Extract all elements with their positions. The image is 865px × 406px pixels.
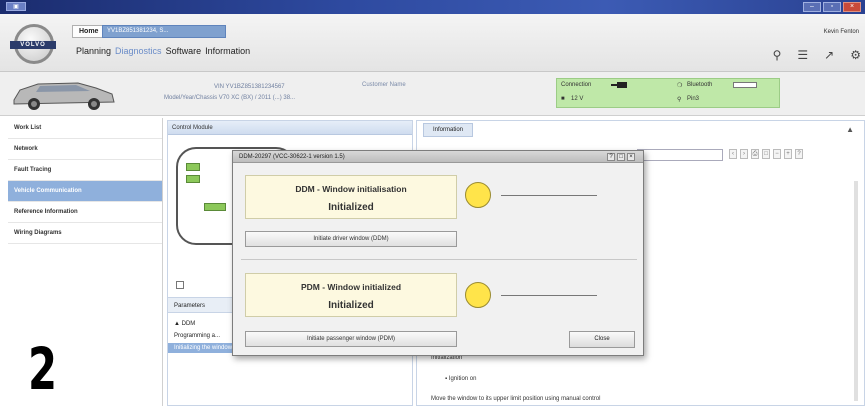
print-icon[interactable]: ⎙ [751, 149, 759, 159]
pdm-lamp-line [501, 295, 597, 296]
dialog-close-x[interactable]: × [627, 153, 635, 161]
pdm-status-card: PDM - Window initialized Initialized [245, 273, 457, 317]
maximize-button[interactable]: ▫ [823, 2, 841, 12]
bluetooth-label: Bluetooth [687, 82, 713, 88]
ddm-status-lamp [465, 182, 491, 208]
customer-name: Customer Name [362, 82, 406, 88]
prev-icon[interactable]: ‹ [729, 149, 737, 159]
connection-status-panel: Connection ■ 12 V ❍ Bluetooth ⚲ Pin3 [556, 78, 780, 108]
pin-panel-icon[interactable]: ▲ [846, 125, 854, 134]
minimize-button[interactable]: – [803, 2, 821, 12]
link-icon[interactable]: ↗ [824, 48, 834, 62]
nav-software[interactable]: Software [166, 46, 202, 56]
info-line-ignition: ▪ Ignition on [445, 376, 477, 382]
app-icon: ▣ [6, 2, 26, 11]
control-module-title: Control Module [168, 121, 412, 135]
info-line-instruction: Move the window to its upper limit posit… [431, 396, 601, 402]
bluetooth-toggle[interactable] [733, 82, 757, 88]
search-icon[interactable]: ⚲ [773, 48, 782, 62]
copy-icon[interactable]: □ [762, 149, 770, 159]
vin-text: VIN YV1BZ851381234567 [214, 84, 285, 90]
sidebar-item-network[interactable]: Network [8, 139, 162, 160]
show-modules-checkbox[interactable] [176, 281, 184, 289]
battery-icon: ■ [561, 96, 565, 102]
initiate-passenger-window-button[interactable]: Initiate passenger window (PDM) [245, 331, 457, 347]
initiate-driver-window-button[interactable]: Initiate driver window (DDM) [245, 231, 457, 247]
window-title-bar: ▣ – ▫ × [0, 0, 865, 14]
settings-icon[interactable]: ⚙ [850, 48, 861, 62]
ddm-lamp-line [501, 195, 597, 196]
connection-label: Connection [561, 82, 592, 88]
info-scrollbar[interactable] [854, 181, 858, 401]
tab-home[interactable]: Home [72, 25, 106, 38]
module-node[interactable] [186, 163, 200, 171]
next-icon[interactable]: › [740, 149, 748, 159]
sidebar-item-wiring-diagrams[interactable]: Wiring Diagrams [8, 223, 162, 244]
help-icon[interactable]: ? [795, 149, 803, 159]
dialog-separator [241, 259, 637, 260]
pdm-status-title: PDM - Window initialized [300, 282, 402, 292]
module-node[interactable] [186, 175, 200, 183]
voltage-value: 12 V [571, 96, 584, 102]
tab-vehicle[interactable]: YV1BZ851381234, S... [102, 25, 226, 38]
nav-information[interactable]: Information [205, 46, 250, 56]
app-header: VOLVO Home YV1BZ851381234, S... Planning… [0, 14, 865, 72]
dialog-maximize-button[interactable]: □ [617, 153, 625, 161]
main-nav: Planning Diagnostics Software Informatio… [76, 46, 250, 56]
vehicle-info-strip: VIN YV1BZ851381234567 Model/Year/Chassis… [0, 72, 865, 116]
info-toolbar: ‹ › ⎙ □ − + ? [729, 149, 803, 159]
zoom-out-icon[interactable]: − [773, 149, 781, 159]
key-icon: ⚲ [677, 97, 682, 103]
vehicle-details: VIN YV1BZ851381234567 Model/Year/Chassis… [164, 82, 295, 104]
ddm-status-title: DDM - Window initialisation [295, 184, 407, 194]
window-init-dialog: DDM-20297 (VCC-30622-1 version 1.5) ? □ … [232, 150, 644, 356]
info-search-input[interactable] [637, 149, 723, 161]
sidebar-item-fault-tracing[interactable]: Fault Tracing [8, 160, 162, 181]
ddm-status-card: DDM - Window initialisation Initialized [245, 175, 457, 219]
plug-icon [611, 82, 627, 88]
bluetooth-icon: ❍ [677, 83, 683, 89]
sidebar-item-work-list[interactable]: Work List [8, 118, 162, 139]
user-name[interactable]: Kevin Fenton [824, 29, 859, 35]
dialog-help-button[interactable]: ? [607, 153, 615, 161]
car-image [13, 82, 115, 110]
model-text: Model/Year/Chassis V70 XC (BX) / 2011 (.… [164, 95, 296, 101]
toolbar-icons: ⚲ ☰ ↗ ⚙ [773, 48, 861, 62]
close-window-button[interactable]: × [843, 2, 861, 12]
tab-information[interactable]: Information [423, 123, 473, 137]
dialog-title: DDM-20297 (VCC-30622-1 version 1.5) [233, 151, 643, 163]
sidebar-item-reference-information[interactable]: Reference Information [8, 202, 162, 223]
ddm-status-state: Initialized [328, 202, 374, 213]
pdm-status-lamp [465, 282, 491, 308]
window-controls: – ▫ × [803, 2, 861, 12]
nav-planning[interactable]: Planning [76, 46, 111, 56]
sidebar-item-vehicle-communication[interactable]: Vehicle Communication [8, 181, 162, 202]
volvo-logo-text: VOLVO [10, 41, 56, 49]
close-button[interactable]: Close [569, 331, 635, 348]
dialog-controls: ? □ × [607, 153, 635, 161]
pin-label: Pin3 [687, 96, 700, 102]
list-icon[interactable]: ☰ [797, 48, 808, 62]
module-node[interactable] [204, 203, 226, 211]
zoom-in-icon[interactable]: + [784, 149, 792, 159]
pdm-status-state: Initialized [328, 300, 374, 311]
nav-diagnostics[interactable]: Diagnostics [115, 46, 162, 56]
step-number: 2 [28, 335, 58, 403]
